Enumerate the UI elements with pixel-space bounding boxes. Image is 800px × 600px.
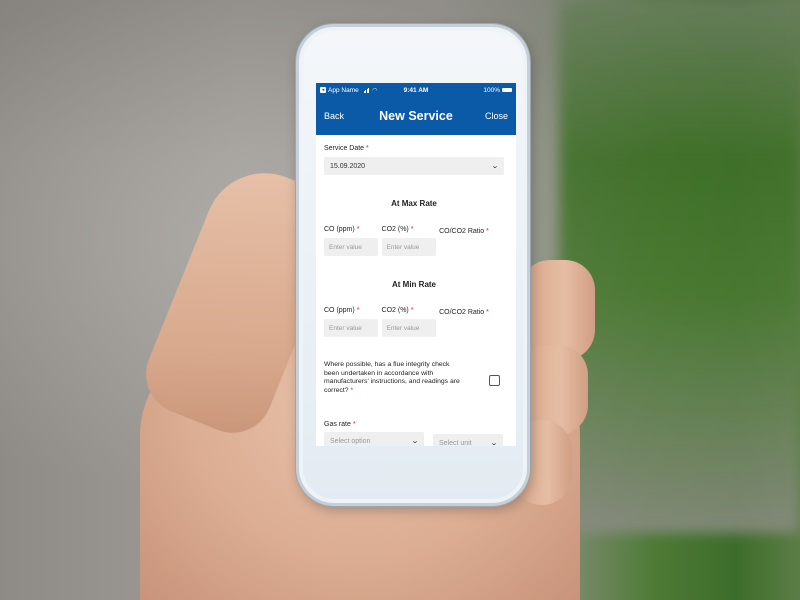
required-mark: * [410, 226, 414, 233]
required-mark: * [410, 307, 414, 314]
chevron-down-icon: ⌄ [489, 440, 499, 446]
gas-rate-option-select[interactable]: Select option ⌄ [324, 432, 424, 446]
chevron-down-icon: ⌄ [410, 438, 420, 445]
signal-icon [363, 88, 370, 93]
battery-percent: 100% [483, 86, 500, 94]
status-bar: ◂ App Name ◠ 9:41 AM 100% [316, 83, 516, 97]
min-ratio-label: CO/CO2 Ratio * [439, 309, 489, 316]
service-date-select[interactable]: 15.09.2020 ⌄ [324, 157, 504, 175]
min-rate-title: At Min Rate [392, 280, 436, 289]
service-form: Service Date * 15.09.2020 ⌄ At Max Rate … [316, 135, 516, 446]
flue-check-question: Where possible, has a flue integrity che… [324, 361, 460, 394]
gas-rate-label: Gas rate * [324, 421, 356, 428]
required-mark: * [366, 145, 369, 152]
flue-check-row: Where possible, has a flue integrity che… [324, 361, 504, 395]
service-date-label: Service Date * [324, 145, 369, 152]
max-co-input[interactable]: Enter value [324, 238, 378, 256]
min-rate-row: CO (ppm) * Enter value CO2 (%) * Enter v… [324, 307, 504, 337]
required-mark: * [486, 309, 489, 316]
service-date-value: 15.09.2020 [330, 162, 366, 170]
min-co2-input[interactable]: Enter value [381, 319, 436, 337]
back-to-app-icon[interactable]: ◂ [320, 87, 326, 93]
min-co-label: CO (ppm) * [324, 307, 360, 314]
phone-screen: ◂ App Name ◠ 9:41 AM 100% Back New Servi… [316, 83, 516, 446]
max-co2-input[interactable]: Enter value [381, 238, 436, 256]
gas-rate-row: Select option ⌄ Select unit ⌄ [324, 432, 504, 446]
max-rate-row: CO (ppm) * Enter value CO2 (%) * Enter v… [324, 226, 504, 256]
background-foliage [560, 0, 800, 533]
max-co-label: CO (ppm) * [324, 226, 360, 233]
battery-icon [502, 88, 512, 92]
required-mark: * [350, 386, 354, 394]
required-mark: * [352, 421, 356, 428]
required-mark: * [486, 228, 489, 235]
min-co-input[interactable]: Enter value [324, 319, 378, 337]
min-co2-label: CO2 (%) * [381, 307, 414, 314]
close-button[interactable]: Close [485, 111, 508, 121]
wifi-icon: ◠ [372, 87, 378, 94]
max-co2-label: CO2 (%) * [381, 226, 414, 233]
required-mark: * [356, 226, 360, 233]
max-rate-title: At Max Rate [391, 199, 437, 208]
chevron-down-icon: ⌄ [490, 163, 500, 170]
back-button[interactable]: Back [324, 111, 344, 121]
nav-bar: Back New Service Close [316, 97, 516, 135]
gas-rate-unit-select[interactable]: Select unit ⌄ [433, 434, 503, 446]
status-app-name: App Name [328, 86, 359, 94]
flue-check-checkbox[interactable] [489, 375, 500, 386]
required-mark: * [356, 307, 360, 314]
max-ratio-label: CO/CO2 Ratio * [439, 228, 489, 235]
